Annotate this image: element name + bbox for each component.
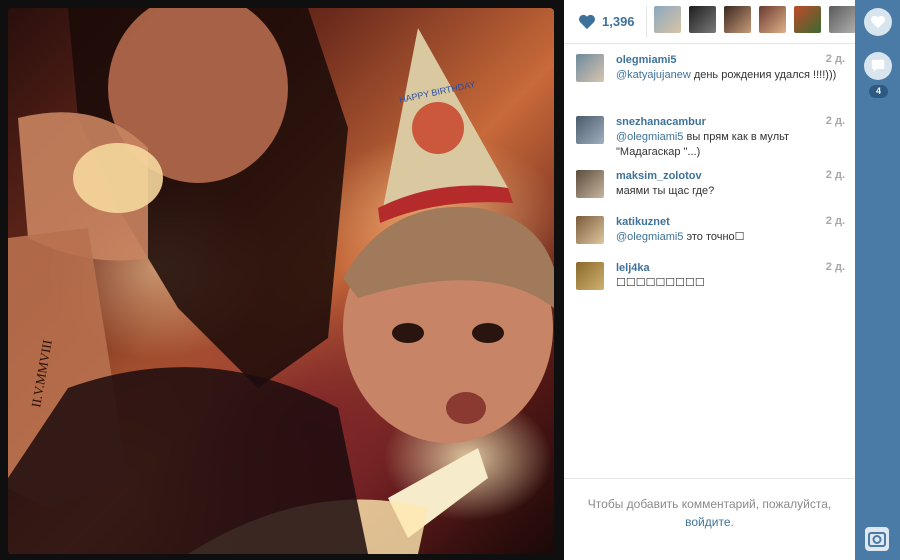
comment-mention[interactable]: @olegmiami5 xyxy=(616,231,683,243)
comment-mention[interactable]: @katyajujanew xyxy=(616,69,691,81)
comment-text: ☐☐☐☐☐☐☐☐☐ xyxy=(616,277,705,289)
heart-icon xyxy=(579,14,595,29)
comment-item: snezhanacambur 2 д. @olegmiami5 вы прям … xyxy=(564,112,855,160)
avatar[interactable] xyxy=(576,54,604,82)
liker-avatar[interactable] xyxy=(759,6,786,33)
comment-bubble-icon xyxy=(871,59,885,73)
login-link[interactable]: войдите xyxy=(685,515,730,529)
rail-like-button[interactable] xyxy=(864,8,892,36)
avatar[interactable] xyxy=(576,116,604,144)
comment-time: 2 д. xyxy=(825,169,845,181)
comment-username[interactable]: olegmiami5 xyxy=(616,53,677,67)
comment-username[interactable]: maksim_zolotov xyxy=(616,169,702,183)
comment-mention[interactable]: @olegmiami5 xyxy=(616,131,683,143)
likes-bar: 1,396 xyxy=(564,0,856,44)
liker-avatar[interactable] xyxy=(654,6,681,33)
comment-username[interactable]: snezhanacambur xyxy=(616,115,706,129)
avatar[interactable] xyxy=(576,262,604,290)
comment-text: @katyajujanew день рождения удался !!!!)… xyxy=(616,68,845,83)
liker-avatar[interactable] xyxy=(829,6,856,33)
comment-text: маями ты щас где? xyxy=(616,185,715,197)
rail-comment-button[interactable] xyxy=(864,52,892,80)
photo-scene: II.V.MMVIII HAPPY BIRTHDAY xyxy=(8,8,554,554)
camera-icon[interactable] xyxy=(865,527,889,551)
comment-time: 2 д. xyxy=(825,115,845,127)
login-period: . xyxy=(730,515,734,529)
comment-text: @olegmiami5 вы прям как в мульт "Мадагас… xyxy=(616,130,845,160)
login-text: Чтобы добавить комментарий, пожалуйста, xyxy=(587,497,832,511)
comment-time: 2 д. xyxy=(825,261,845,273)
side-panel: 1,396 olegmiami5 2 д. @katyajujanew день… xyxy=(564,0,856,560)
comment-count-badge: 4 xyxy=(869,85,888,98)
liker-avatar[interactable] xyxy=(794,6,821,33)
login-prompt: Чтобы добавить комментарий, пожалуйста, … xyxy=(564,478,855,560)
like-button[interactable]: 1,396 xyxy=(578,14,635,30)
comment-item: maksim_zolotov 2 д. маями ты щас где? xyxy=(564,166,855,206)
liker-avatar[interactable] xyxy=(724,6,751,33)
comment-time: 2 д. xyxy=(825,53,845,65)
comment-username[interactable]: katikuznet xyxy=(616,215,670,229)
like-count: 1,396 xyxy=(602,14,635,29)
comment-item: katikuznet 2 д. @olegmiami5 это точно☐ xyxy=(564,212,855,252)
comment-text: @olegmiami5 это точно☐ xyxy=(616,230,845,245)
comment-username[interactable]: lelj4ka xyxy=(616,261,650,275)
avatar[interactable] xyxy=(576,170,604,198)
right-rail: 4 xyxy=(855,0,900,560)
likers-list xyxy=(654,6,856,33)
comment-body: это точно☐ xyxy=(683,231,745,243)
comments-list: olegmiami5 2 д. @katyajujanew день рожде… xyxy=(564,50,855,304)
main-photo: II.V.MMVIII HAPPY BIRTHDAY xyxy=(8,8,554,554)
comment-body: день рождения удался !!!!))) xyxy=(690,69,837,81)
comment-item: olegmiami5 2 д. @katyajujanew день рожде… xyxy=(564,50,855,90)
heart-icon xyxy=(871,15,885,29)
comment-time: 2 д. xyxy=(825,215,845,227)
comment-item: lelj4ka 2 д. ☐☐☐☐☐☐☐☐☐ xyxy=(564,258,855,298)
likes-divider xyxy=(646,6,647,38)
avatar[interactable] xyxy=(576,216,604,244)
liker-avatar[interactable] xyxy=(689,6,716,33)
